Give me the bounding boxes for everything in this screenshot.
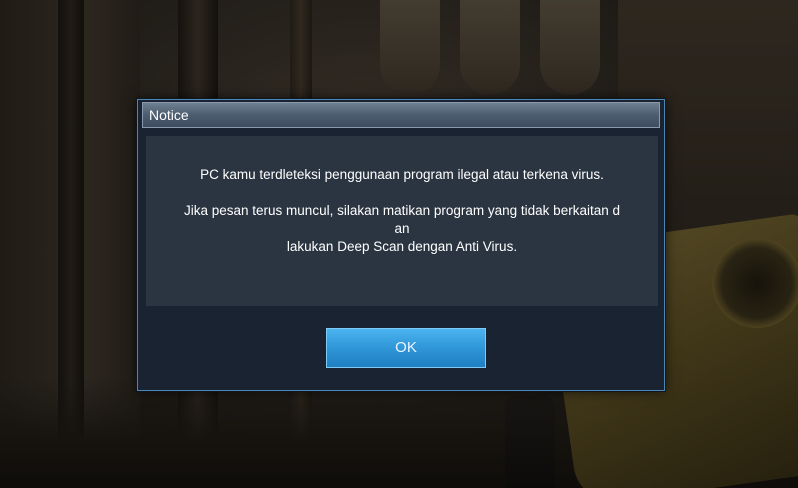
message-spacer	[156, 184, 648, 202]
dialog-title: Notice	[142, 102, 660, 128]
message-line: PC kamu terdleteksi penggunaan program i…	[200, 167, 604, 182]
game-scene-background: Notice PC kamu terdleteksi penggunaan pr…	[0, 0, 798, 488]
message-line: an	[394, 221, 410, 236]
message-line: Jika pesan terus muncul, silakan matikan…	[184, 203, 620, 218]
ok-button[interactable]: OK	[326, 328, 486, 368]
notice-dialog: Notice PC kamu terdleteksi penggunaan pr…	[137, 99, 665, 391]
message-line: lakukan Deep Scan dengan Anti Virus.	[286, 239, 518, 254]
dialog-message: PC kamu terdleteksi penggunaan program i…	[146, 136, 658, 306]
